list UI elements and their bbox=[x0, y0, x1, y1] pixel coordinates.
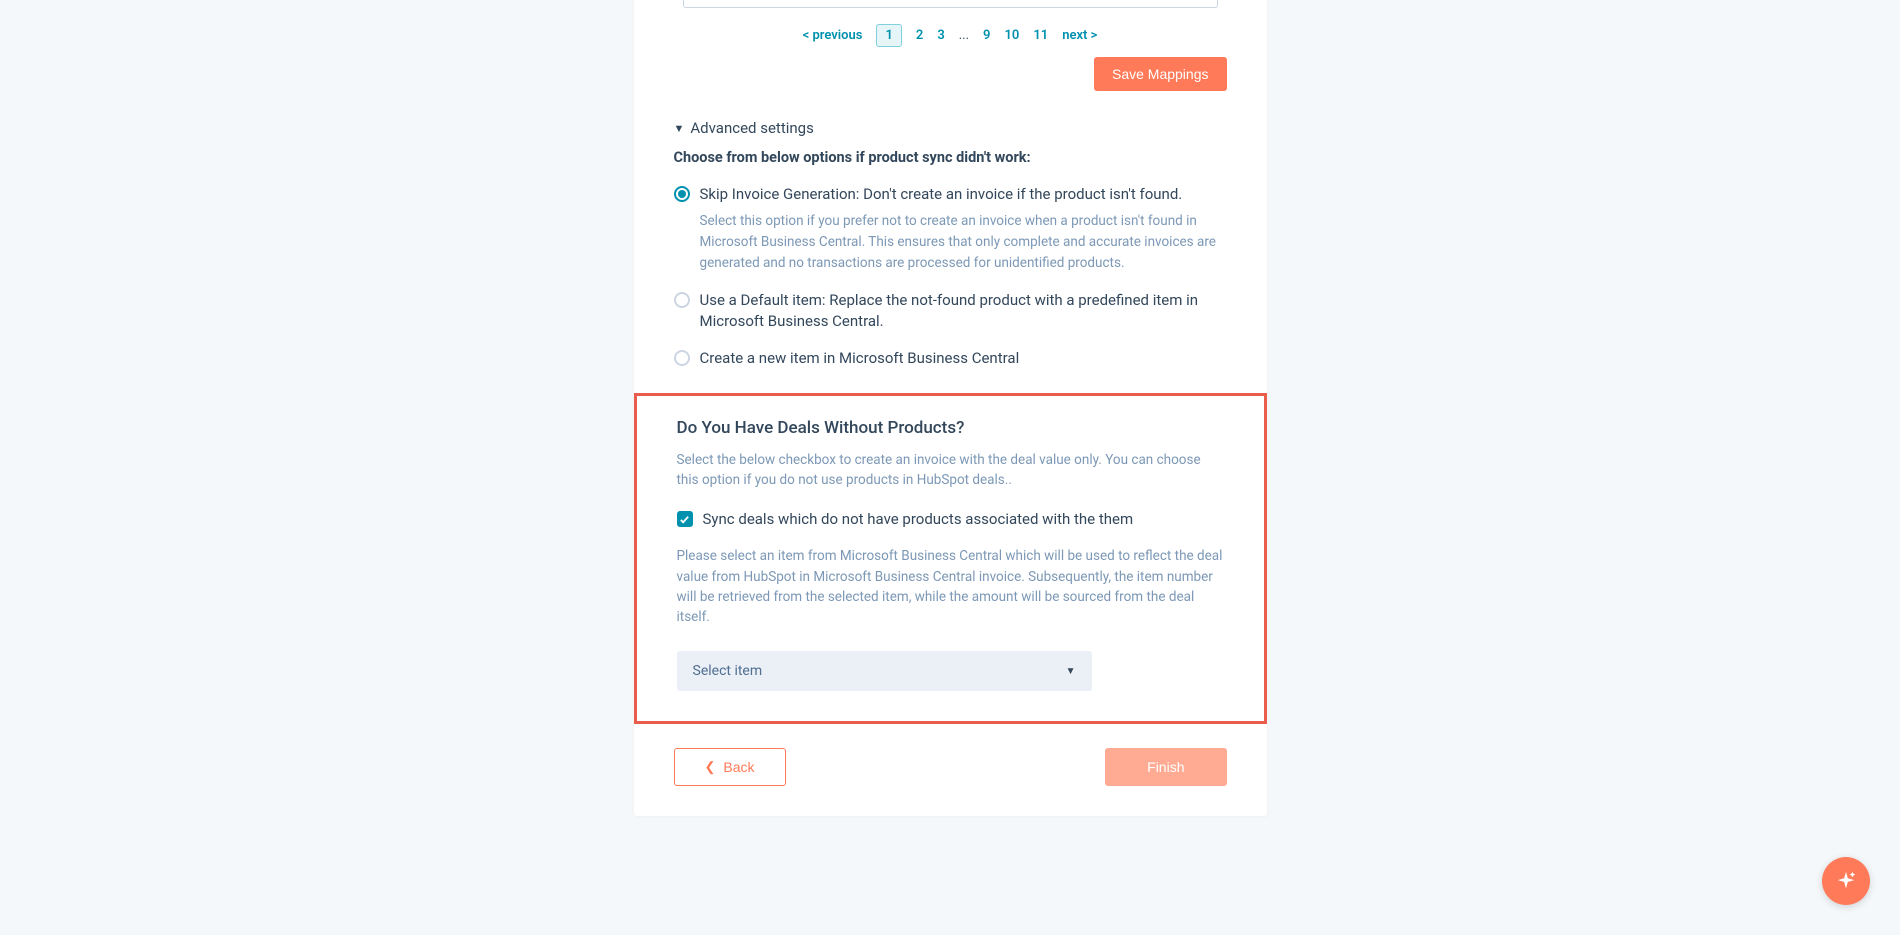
pagination-page-3[interactable]: 3 bbox=[937, 28, 944, 43]
pagination-next[interactable]: next > bbox=[1062, 28, 1097, 43]
advanced-settings-label: Advanced settings bbox=[690, 119, 813, 137]
radio-create-item-input[interactable] bbox=[674, 350, 690, 366]
finish-button[interactable]: Finish bbox=[1105, 748, 1226, 786]
sync-deals-row: Sync deals which do not have products as… bbox=[677, 510, 1224, 546]
pagination-page-10[interactable]: 10 bbox=[1004, 28, 1019, 43]
checkmark-icon bbox=[679, 514, 690, 525]
pagination-page-11[interactable]: 11 bbox=[1033, 28, 1048, 43]
pagination-page-2[interactable]: 2 bbox=[916, 28, 923, 43]
deals-desc: Select the below checkbox to create an i… bbox=[677, 450, 1224, 511]
pagination-page-1[interactable]: 1 bbox=[876, 24, 901, 47]
radio-default-item-input[interactable] bbox=[674, 292, 690, 308]
back-button-label: Back bbox=[723, 759, 754, 775]
save-row: Save Mappings bbox=[634, 57, 1267, 109]
back-button[interactable]: ❮ Back bbox=[674, 748, 786, 786]
caret-down-icon: ▼ bbox=[1066, 666, 1076, 677]
radio-create-item-label: Create a new item in Microsoft Business … bbox=[700, 348, 1020, 369]
pagination-ellipsis: ... bbox=[959, 28, 969, 43]
deals-without-products-section: Do You Have Deals Without Products? Sele… bbox=[634, 393, 1267, 725]
radio-skip-invoice-desc: Select this option if you prefer not to … bbox=[674, 205, 1227, 274]
pagination-prev[interactable]: < previous bbox=[803, 28, 863, 43]
radio-skip-invoice: Skip Invoice Generation: Don't create an… bbox=[674, 184, 1227, 290]
triangle-down-icon: ▼ bbox=[674, 122, 685, 135]
choose-instructions: Choose from below options if product syn… bbox=[674, 149, 1227, 184]
footer-actions: ❮ Back Finish bbox=[634, 724, 1267, 786]
radio-default-item-label: Use a Default item: Replace the not-foun… bbox=[700, 290, 1227, 332]
radio-create-item: Create a new item in Microsoft Business … bbox=[674, 348, 1227, 375]
radio-skip-invoice-input[interactable] bbox=[674, 186, 690, 202]
select-item-desc: Please select an item from Microsoft Bus… bbox=[677, 546, 1224, 651]
sync-deals-checkbox[interactable] bbox=[677, 511, 693, 527]
advanced-settings: ▼ Advanced settings Choose from below op… bbox=[634, 109, 1267, 375]
radio-skip-invoice-label: Skip Invoice Generation: Don't create an… bbox=[700, 184, 1183, 205]
sparkle-icon bbox=[1835, 870, 1857, 892]
sync-deals-checkbox-label: Sync deals which do not have products as… bbox=[703, 510, 1134, 528]
table-bottom-edge bbox=[683, 0, 1218, 8]
main-card: < previous 1 2 3 ... 9 10 11 next > Save… bbox=[634, 0, 1267, 816]
radio-checked-icon bbox=[678, 190, 686, 198]
pagination-page-9[interactable]: 9 bbox=[983, 28, 990, 43]
advanced-settings-toggle[interactable]: ▼ Advanced settings bbox=[674, 109, 1227, 149]
deals-heading: Do You Have Deals Without Products? bbox=[677, 418, 1224, 450]
save-mappings-button[interactable]: Save Mappings bbox=[1094, 57, 1227, 91]
help-fab[interactable] bbox=[1822, 857, 1870, 905]
select-item-dropdown[interactable]: Select item ▼ bbox=[677, 651, 1092, 691]
pagination: < previous 1 2 3 ... 9 10 11 next > bbox=[634, 8, 1267, 57]
select-item-placeholder: Select item bbox=[693, 663, 763, 679]
chevron-left-icon: ❮ bbox=[705, 759, 716, 775]
radio-default-item: Use a Default item: Replace the not-foun… bbox=[674, 290, 1227, 348]
